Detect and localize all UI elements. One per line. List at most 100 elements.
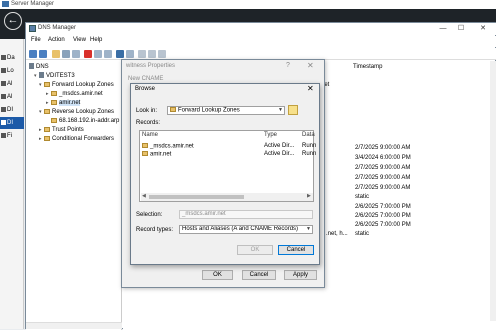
sidebar-item-all-servers[interactable]: Al bbox=[0, 78, 24, 90]
witness-cancel-button[interactable]: Cancel bbox=[242, 270, 276, 280]
witness-apply-button[interactable]: Apply bbox=[284, 270, 317, 280]
folder-icon bbox=[44, 126, 50, 132]
refresh-icon[interactable] bbox=[104, 50, 112, 58]
dashboard-icon bbox=[1, 55, 6, 60]
server-node-icon bbox=[39, 72, 44, 78]
menu-action[interactable]: Action bbox=[48, 37, 65, 43]
selection-label: Selection: bbox=[136, 212, 163, 218]
zone-icon bbox=[51, 117, 57, 123]
tree-node-reverse-zones[interactable]: ▾ Reverse Lookup Zones bbox=[39, 108, 114, 117]
dialog-close-button[interactable]: ✕ bbox=[307, 61, 314, 70]
back-icon[interactable] bbox=[29, 50, 37, 58]
records-label: Records: bbox=[136, 120, 161, 126]
zone-icon bbox=[51, 90, 57, 96]
properties-icon[interactable] bbox=[94, 50, 102, 58]
tree-horizontal-scrollbar[interactable] bbox=[26, 322, 122, 329]
browse-dialog-title: Browse bbox=[135, 86, 156, 92]
folder-icon bbox=[44, 108, 50, 114]
scroll-right-icon[interactable]: ▶ bbox=[307, 193, 311, 199]
sidebar-item-file-services[interactable]: Fi bbox=[0, 130, 24, 142]
show-hide-tree-icon[interactable] bbox=[62, 50, 70, 58]
view-icon[interactable] bbox=[126, 50, 134, 58]
list-icon[interactable] bbox=[72, 50, 80, 58]
tree-node-msdcs[interactable]: ▸ _msdcs.amir.net bbox=[46, 90, 103, 99]
tree-node-server[interactable]: ▾ VDITEST3 bbox=[34, 72, 75, 81]
browse-ok-button[interactable]: OK bbox=[237, 245, 273, 255]
menu-file[interactable]: File bbox=[31, 37, 41, 43]
witness-ok-button[interactable]: OK bbox=[202, 270, 233, 280]
list-item[interactable]: amir.net bbox=[142, 151, 171, 158]
records-list[interactable]: Name Type Data _msdcs.amir.net Active Di… bbox=[139, 130, 317, 202]
chevron-down-icon: ▼ bbox=[278, 107, 283, 113]
record-timestamp: 2/7/2025 9:00:00 AM bbox=[355, 175, 411, 181]
tree-node-amir-net[interactable]: ▸ amir.net bbox=[46, 99, 81, 108]
delete-icon[interactable] bbox=[84, 50, 92, 58]
sidebar-item-dashboard[interactable]: Da bbox=[0, 52, 24, 64]
record-timestamp: 2/6/2025 7:00:00 PM bbox=[355, 222, 411, 228]
minimize-button[interactable]: — bbox=[436, 23, 450, 35]
record-types-label: Record types: bbox=[136, 227, 174, 233]
list-item-data: Runn bbox=[302, 143, 317, 149]
witness-dialog-title: witness Properties bbox=[126, 63, 176, 69]
back-arrow-icon[interactable]: ← bbox=[4, 12, 22, 30]
record-timestamp: 2/6/2025 7:00:00 PM bbox=[355, 213, 411, 219]
scrollbar-thumb[interactable] bbox=[149, 195, 244, 199]
sidebar-item-dns[interactable]: DI bbox=[0, 117, 24, 129]
column-header-data[interactable]: Data bbox=[302, 132, 315, 138]
tree-node-conditional-forwarders[interactable]: ▸ Conditional Forwarders bbox=[39, 135, 114, 144]
console-tree: DNS ▾ VDITEST3 ▾ Forward Lookup Zones ▸ _ms… bbox=[26, 61, 122, 330]
zone-icon[interactable] bbox=[148, 50, 156, 58]
tree-node-dns[interactable]: DNS bbox=[29, 63, 49, 72]
help-button[interactable]: ? bbox=[286, 62, 290, 69]
server-toolbar-icon[interactable] bbox=[138, 50, 146, 58]
maximize-button[interactable]: ☐ bbox=[454, 23, 468, 35]
tree-node-trust-points[interactable]: ▸ Trust Points bbox=[39, 126, 84, 135]
chevron-down-icon: ▼ bbox=[306, 226, 311, 232]
browse-close-button[interactable]: ✕ bbox=[307, 84, 314, 93]
browse-dialog: Browse ✕ Look in: Forward Lookup Zones ▼… bbox=[130, 83, 320, 265]
dns-manager-title: DNS Manager bbox=[38, 25, 77, 31]
list-item[interactable]: _msdcs.amir.net bbox=[142, 143, 194, 150]
server-icon bbox=[1, 68, 6, 73]
record-timestamp: static bbox=[355, 231, 370, 237]
menu-help[interactable]: Help bbox=[90, 37, 102, 43]
record-types-select[interactable]: Hosts and Aliases (A and CNAME Records) … bbox=[179, 225, 313, 234]
folder-icon[interactable] bbox=[52, 50, 60, 58]
folder-icon bbox=[44, 135, 50, 141]
zone-icon bbox=[142, 151, 148, 156]
sidebar-item-local-server[interactable]: Lo bbox=[0, 65, 24, 77]
record-icon[interactable] bbox=[158, 50, 166, 58]
tab-new-cname[interactable]: New CNAME bbox=[128, 76, 163, 82]
sidebar-item-ad[interactable]: Al bbox=[0, 91, 24, 103]
sidebar-item-dhcp[interactable]: DI bbox=[0, 104, 24, 116]
record-timestamp: 2/7/2025 9:00:00 AM bbox=[355, 165, 411, 171]
column-header-type[interactable]: Type bbox=[264, 132, 277, 138]
up-one-level-icon[interactable] bbox=[288, 105, 298, 115]
forward-icon[interactable] bbox=[39, 50, 47, 58]
scroll-left-icon[interactable]: ◀ bbox=[142, 193, 146, 199]
help-icon[interactable] bbox=[116, 50, 124, 58]
dns-root-icon bbox=[29, 63, 34, 69]
folder-icon bbox=[44, 81, 50, 87]
server-manager-icon bbox=[2, 1, 9, 7]
column-header-name[interactable]: Name bbox=[142, 132, 158, 138]
close-button[interactable]: ✕ bbox=[476, 23, 490, 35]
record-timestamp: 3/4/2024 6:00:00 PM bbox=[355, 155, 411, 161]
server-manager-titlebar: Server Manager bbox=[0, 0, 496, 9]
tree-node-forward-zones[interactable]: ▾ Forward Lookup Zones bbox=[39, 81, 114, 90]
look-in-combo[interactable]: Forward Lookup Zones ▼ bbox=[167, 106, 285, 115]
server-manager-title: Server Manager bbox=[11, 1, 55, 7]
record-timestamp: static bbox=[355, 194, 370, 200]
menu-view[interactable]: View bbox=[73, 37, 86, 43]
tree-node-reverse-zone[interactable]: 68.168.192.in-addr.arp bbox=[51, 117, 119, 126]
look-in-label: Look in: bbox=[136, 108, 158, 114]
record-timestamp: 2/7/2025 9:00:00 AM bbox=[355, 185, 411, 191]
pane-vertical-scrollbar[interactable] bbox=[490, 61, 496, 321]
records-horizontal-scrollbar[interactable]: ◀ ▶ bbox=[141, 193, 313, 201]
dns-icon bbox=[1, 120, 6, 125]
timestamp-column-header[interactable]: Timestamp bbox=[353, 64, 382, 70]
browse-cancel-button[interactable]: Cancel bbox=[278, 245, 314, 255]
record-timestamp: 2/6/2025 7:00:00 PM bbox=[355, 204, 411, 210]
selection-field[interactable]: _msdcs.amir.net bbox=[179, 210, 313, 219]
file-services-icon bbox=[1, 133, 6, 138]
